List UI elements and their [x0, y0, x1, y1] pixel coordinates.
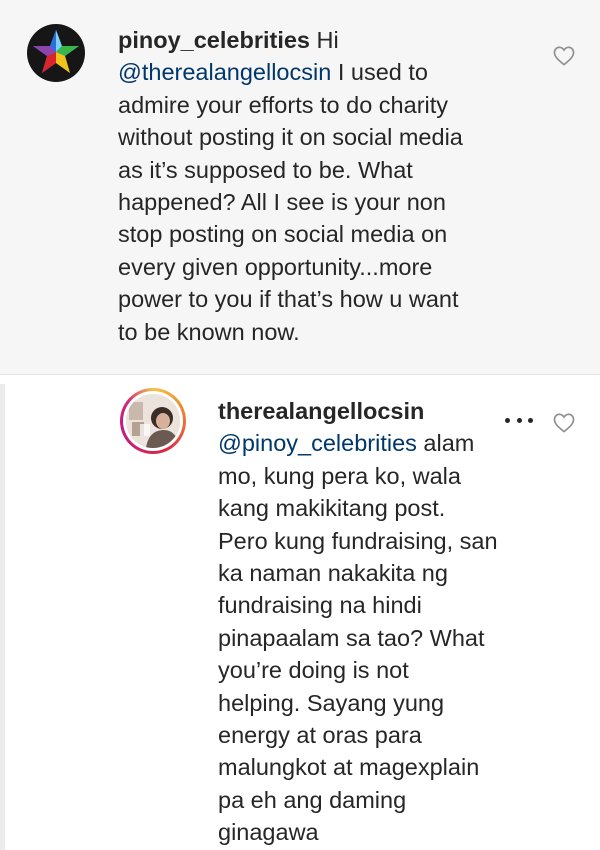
comment-line: without posting it on social media: [118, 124, 463, 151]
comment-item: pinoy_celebrities Hi @therealangellocsin…: [0, 0, 600, 374]
comment-body: therealangellocsin @pinoy_celebrities al…: [218, 395, 538, 848]
comment-username[interactable]: therealangellocsin: [218, 398, 424, 424]
comment-line: happened? All I see is your non: [118, 188, 446, 215]
like-button[interactable]: [553, 413, 575, 433]
comment-line: pinoy_celebrities Hi: [118, 24, 558, 56]
comment-line: every given opportunity...more: [118, 253, 433, 280]
mention-link[interactable]: @pinoy_celebrities: [218, 430, 417, 456]
comment-line: mo, kung pera ko, wala: [218, 462, 461, 489]
more-options-icon: [516, 417, 522, 423]
avatar[interactable]: [27, 24, 85, 82]
more-options-icon: [505, 417, 510, 423]
star-logo-icon: [33, 30, 79, 73]
more-options-button[interactable]: [505, 413, 533, 427]
like-button[interactable]: [553, 46, 575, 66]
heart-outline-icon: [553, 46, 575, 66]
comment-line: Pero kung fundraising, san: [218, 527, 498, 554]
comment-line: you’re doing is not: [218, 657, 409, 684]
profile-photo: [126, 394, 180, 448]
comment-line: power to you if that’s how u want: [118, 286, 459, 313]
comment-line: pa eh ang daming: [218, 786, 407, 813]
comment-text-segment: alam: [416, 430, 475, 457]
comment-line: @therealangellocsin I used to: [118, 56, 558, 88]
comment-body: pinoy_celebrities Hi @therealangellocsin…: [118, 24, 558, 348]
comment-line: therealangellocsin: [218, 395, 538, 427]
comment-username[interactable]: pinoy_celebrities: [118, 27, 310, 53]
comment-line: helping. Sayang yung: [218, 689, 445, 716]
avatar-ring-inner: [123, 391, 183, 451]
comment-line: admire your efforts to do charity: [118, 91, 449, 118]
comment-line: ginagawa: [218, 819, 319, 846]
comment-line: to be known now.: [118, 318, 300, 345]
heart-outline-icon: [553, 413, 575, 433]
avatar[interactable]: [120, 388, 186, 454]
comment-line: ka naman nakakita ng: [218, 559, 448, 586]
comment-line: @pinoy_celebrities alam: [218, 427, 538, 459]
comment-line: pinapaalam sa tao? What: [218, 624, 485, 651]
profile-photo-graphic: [126, 394, 180, 448]
reply-indent-strip: [0, 384, 5, 850]
comment-line: malungkot at magexplain: [218, 754, 480, 781]
comment-line: stop posting on social media on: [118, 221, 448, 248]
comment-thread: pinoy_celebrities Hi @therealangellocsin…: [0, 0, 600, 850]
comment-text-segment: I used to: [331, 59, 428, 86]
comment-text-segment: Hi: [316, 27, 339, 53]
more-options-icon: [528, 417, 533, 423]
comment-line: energy at oras para: [218, 721, 422, 748]
comment-line: kang makikitang post.: [218, 495, 446, 522]
reply-item: therealangellocsin @pinoy_celebrities al…: [0, 384, 600, 850]
comment-line: fundraising na hindi: [218, 592, 422, 619]
comment-line: as it’s supposed to be. What: [118, 156, 413, 183]
mention-link[interactable]: @therealangellocsin: [118, 59, 331, 85]
